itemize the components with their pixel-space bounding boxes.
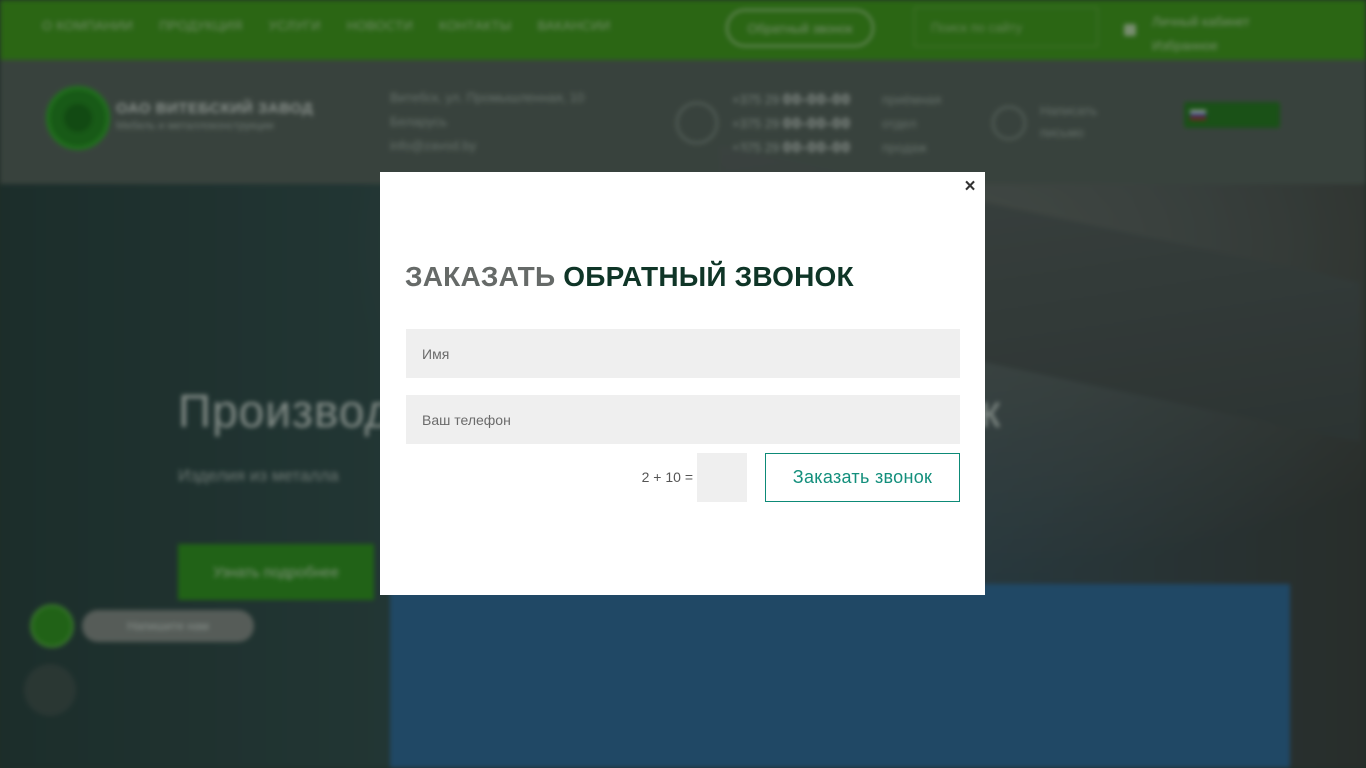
modal-title-prefix: Заказать [405,261,556,292]
callback-modal [380,172,985,595]
captcha-question: 2 + 10 = [641,469,693,485]
close-icon[interactable]: × [958,176,982,198]
captcha-input[interactable] [697,453,747,502]
order-call-button[interactable]: Заказать звонок [765,453,960,502]
phone-input[interactable] [406,395,960,444]
modal-title: Заказать обратный звонок [405,261,854,293]
modal-title-main: обратный звонок [563,261,854,292]
name-input[interactable] [406,329,960,378]
